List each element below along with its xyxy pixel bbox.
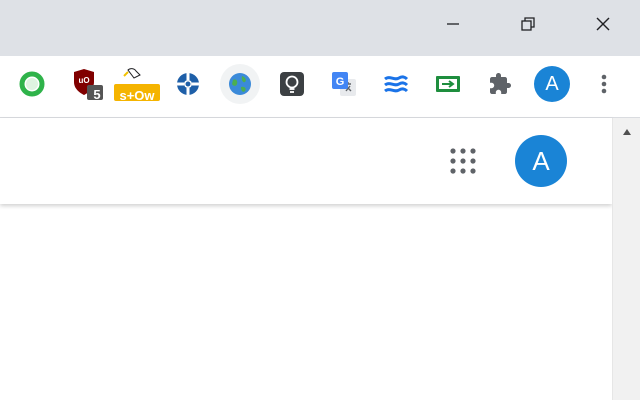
minimize-icon xyxy=(447,23,459,25)
restore-button[interactable] xyxy=(505,0,551,48)
svg-text:G: G xyxy=(336,76,345,88)
green-ring-extension-button[interactable] xyxy=(14,66,50,102)
green-ring-extension-icon xyxy=(19,71,45,97)
close-button[interactable] xyxy=(580,0,626,48)
window-titlebar xyxy=(0,0,640,56)
ublock-badge: 5 xyxy=(93,87,101,102)
google-apps-button[interactable] xyxy=(444,142,482,180)
account-avatar-letter: A xyxy=(532,145,550,176)
google-translate-button[interactable]: G xyxy=(326,66,362,102)
profile-button[interactable]: A xyxy=(534,66,570,102)
kebab-menu-icon xyxy=(601,74,607,94)
globe-extension-button[interactable] xyxy=(220,64,260,104)
browser-toolbar: uO 5 s+Ow G A xyxy=(0,56,640,118)
google-apps-grid-icon xyxy=(450,148,476,174)
google-translate-icon: G xyxy=(332,72,356,96)
lightbulb-extension-icon xyxy=(280,72,304,96)
browser-menu-button[interactable] xyxy=(586,66,622,102)
blue-cross-extension-button[interactable] xyxy=(170,66,206,102)
stow-label: s+Ow xyxy=(119,88,155,103)
page-header: A xyxy=(0,118,612,204)
puzzle-extensions-icon xyxy=(490,73,511,94)
blue-cross-extension-icon xyxy=(177,73,199,95)
scroll-up-arrow-icon xyxy=(622,129,631,135)
green-arrow-extension-button[interactable] xyxy=(430,66,466,102)
scroll-up-button[interactable] xyxy=(613,124,640,140)
profile-avatar: A xyxy=(534,66,570,102)
ublock-origin-button[interactable]: uO 5 xyxy=(70,66,106,102)
profile-avatar-letter: A xyxy=(545,72,559,95)
globe-extension-icon xyxy=(229,73,251,95)
restore-icon xyxy=(521,17,535,31)
close-icon xyxy=(596,17,610,31)
lightbulb-extension-button[interactable] xyxy=(274,66,310,102)
page-content: A xyxy=(0,118,612,400)
minimize-button[interactable] xyxy=(430,0,476,48)
green-arrow-extension-icon xyxy=(436,76,460,92)
stow-extension-button[interactable]: s+Ow xyxy=(114,66,160,103)
waves-extension-icon xyxy=(384,75,409,93)
account-avatar-button[interactable]: A xyxy=(515,135,567,187)
vertical-scrollbar[interactable] xyxy=(612,118,640,400)
extensions-button[interactable] xyxy=(482,66,518,102)
svg-text:uO: uO xyxy=(78,76,89,85)
waves-extension-button[interactable] xyxy=(378,66,414,102)
